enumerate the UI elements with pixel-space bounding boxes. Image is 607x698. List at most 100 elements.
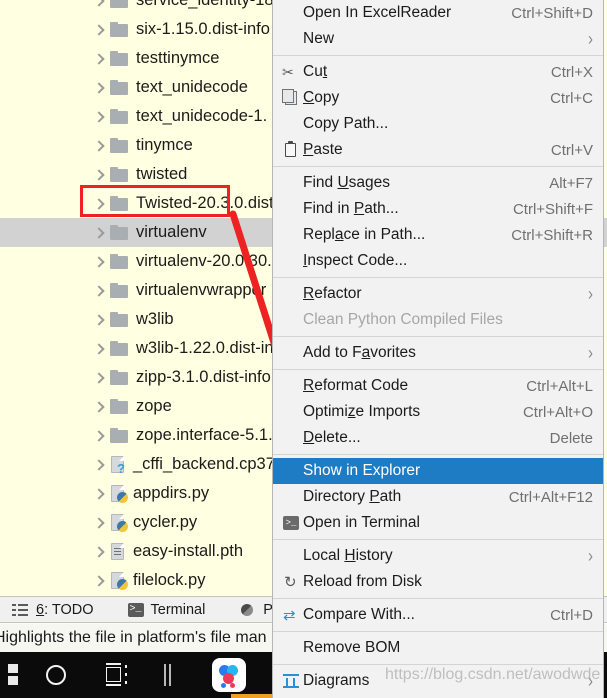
python-file-icon <box>110 571 128 590</box>
menu-item-diagrams[interactable]: Diagrams › <box>273 668 603 694</box>
chevron-right-icon[interactable] <box>92 0 106 8</box>
menu-icon-placeholder <box>279 343 303 363</box>
menu-item-compare-with[interactable]: ⇄ Compare With... Ctrl+D <box>273 602 603 628</box>
tree-row-label: virtualenvwrapper <box>136 281 267 299</box>
unknown-file-icon: ? <box>110 455 127 475</box>
chevron-right-icon[interactable] <box>92 226 106 240</box>
menu-item-new[interactable]: New › <box>273 26 603 52</box>
menu-item-optimize-imports[interactable]: Optimize Imports Ctrl+Alt+O <box>273 399 603 425</box>
menu-item-open-in-terminal[interactable]: >_ Open in Terminal <box>273 510 603 536</box>
menu-item-label: Cut <box>303 63 328 80</box>
chevron-right-icon[interactable] <box>92 313 106 327</box>
menu-item-find-in-path[interactable]: Find in Path... Ctrl+Shift+F <box>273 196 603 222</box>
menu-item-paste[interactable]: Paste Ctrl+V <box>273 137 603 163</box>
circle-icon[interactable] <box>46 665 66 685</box>
tree-indent-spacer <box>92 487 106 501</box>
menu-icon-placeholder <box>279 199 303 219</box>
menu-separator <box>273 631 603 632</box>
context-menu[interactable]: Open In ExcelReader Ctrl+Shift+D New › ✂ Cut C… <box>272 0 604 698</box>
tool-window-todo[interactable]: 6: TODO <box>12 602 94 618</box>
menu-item-refactor[interactable]: Refactor › <box>273 281 603 307</box>
menu-item-label: Find Usages <box>303 174 391 191</box>
chevron-right-icon[interactable] <box>92 197 106 211</box>
menu-icon-placeholder <box>279 546 303 566</box>
tree-row-label: testtinymce <box>136 49 220 67</box>
status-bar-text: Highlights the file in platform's file m… <box>0 629 267 646</box>
chevron-right-icon[interactable] <box>92 284 106 298</box>
menu-item-shortcut: Ctrl+Alt+L <box>526 377 593 395</box>
tree-row-label: service_identity-18 <box>136 0 274 9</box>
text-file-icon <box>110 542 127 561</box>
menu-item-add-to-favorites[interactable]: Add to Favorites › <box>273 340 603 366</box>
baidu-netdisk-icon[interactable] <box>212 658 246 692</box>
menu-item-find-usages[interactable]: Find Usages Alt+F7 <box>273 170 603 196</box>
chevron-right-icon[interactable] <box>92 52 106 66</box>
chevron-right-icon[interactable] <box>92 168 106 182</box>
menu-item-label: Clean Python Compiled Files <box>303 311 503 328</box>
menu-item-remove-bom[interactable]: Remove BOM <box>273 635 603 661</box>
menu-item-reload-from-disk[interactable]: ↻ Reload from Disk <box>273 569 603 595</box>
menu-icon-placeholder <box>279 310 303 330</box>
menu-icon-placeholder <box>279 376 303 396</box>
menu-item-label: New <box>303 30 335 47</box>
menu-icon-placeholder <box>279 225 303 245</box>
menu-item-copy[interactable]: Copy Ctrl+C <box>273 85 603 111</box>
tree-row-label: text_unidecode-1. <box>136 107 268 125</box>
menu-item-open-in-excelreader[interactable]: Open In ExcelReader Ctrl+Shift+D <box>273 0 603 26</box>
chevron-right-icon[interactable] <box>92 371 106 385</box>
menu-icon-placeholder <box>279 402 303 422</box>
menu-icon-placeholder <box>279 461 303 481</box>
chevron-right-icon[interactable] <box>92 110 106 124</box>
folder-icon <box>110 22 129 37</box>
menu-icon-placeholder <box>279 173 303 193</box>
tree-indent-spacer <box>92 545 106 559</box>
windows-logo-icon[interactable] <box>0 664 18 686</box>
tree-row-label: _cffi_backend.cp37 <box>133 455 275 473</box>
menu-separator <box>273 369 603 370</box>
menu-item-label: Find in Path... <box>303 200 399 217</box>
menu-item-show-in-explorer[interactable]: Show in Explorer <box>273 458 603 484</box>
menu-item-local-history[interactable]: Local History › <box>273 543 603 569</box>
tree-row-label: appdirs.py <box>133 484 210 502</box>
menu-item-label: Inspect Code... <box>303 252 408 269</box>
chevron-right-icon[interactable] <box>92 342 106 356</box>
compare-icon: ⇄ <box>279 605 303 625</box>
python-file-icon <box>110 513 128 532</box>
menu-item-cut[interactable]: ✂ Cut Ctrl+X <box>273 59 603 85</box>
tree-row-label: zipp-3.1.0.dist-info <box>136 368 271 386</box>
tree-row-label: virtualenv-20.0.30. <box>136 252 272 270</box>
menu-item-shortcut: Ctrl+Alt+F12 <box>508 488 593 506</box>
folder-icon <box>110 51 129 66</box>
menu-item-label: Add to Favorites <box>303 344 416 361</box>
folder-icon <box>110 283 129 298</box>
chevron-right-icon[interactable] <box>92 139 106 153</box>
chevron-right-icon: › <box>588 545 593 567</box>
menu-item-create-gist[interactable]: Create Gist... <box>273 694 603 698</box>
menu-item-replace-in-path[interactable]: Replace in Path... Ctrl+Shift+R <box>273 222 603 248</box>
chevron-right-icon[interactable] <box>92 429 106 443</box>
chevron-right-icon[interactable] <box>92 23 106 37</box>
chevron-right-icon: › <box>588 28 593 50</box>
tree-indent-spacer <box>92 516 106 530</box>
chevron-right-icon[interactable] <box>92 400 106 414</box>
menu-item-label: Reload from Disk <box>303 573 422 590</box>
chevron-right-icon[interactable] <box>92 255 106 269</box>
task-view-icon[interactable] <box>106 663 130 686</box>
menu-separator <box>273 277 603 278</box>
menu-separator <box>273 598 603 599</box>
tool-window-terminal[interactable]: >_ Terminal <box>127 602 205 618</box>
menu-item-shortcut: Ctrl+D <box>550 606 593 624</box>
menu-icon-placeholder <box>279 3 303 23</box>
chevron-right-icon: › <box>588 283 593 305</box>
menu-item-reformat-code[interactable]: Reformat Code Ctrl+Alt+L <box>273 373 603 399</box>
menu-item-copy-path[interactable]: Copy Path... <box>273 111 603 137</box>
chevron-right-icon[interactable] <box>92 81 106 95</box>
folder-icon <box>110 341 129 356</box>
folder-icon <box>110 196 129 211</box>
menu-item-directory-path[interactable]: Directory Path Ctrl+Alt+F12 <box>273 484 603 510</box>
menu-item-inspect-code[interactable]: Inspect Code... <box>273 248 603 274</box>
menu-icon-placeholder <box>279 251 303 271</box>
folder-icon <box>110 138 129 153</box>
menu-item-shortcut: Ctrl+Shift+D <box>511 4 593 22</box>
menu-item-delete[interactable]: Delete... Delete <box>273 425 603 451</box>
